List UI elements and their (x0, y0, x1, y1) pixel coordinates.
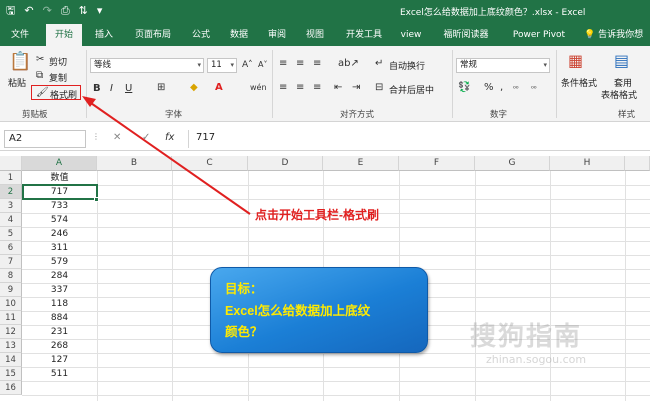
sogou-watermark: 搜狗指南 (470, 322, 583, 352)
sogou-watermark-url: zhinan.sogou.com (486, 353, 587, 366)
goal-title: 目标： (225, 282, 263, 296)
goal-line-1: Excel怎么给数据加上底纹 (225, 304, 371, 318)
goal-line-2: 颜色？ (225, 325, 263, 339)
annotation-text: 点击开始工具栏-格式刷 (255, 208, 379, 222)
goal-bubble: 目标： Excel怎么给数据加上底纹 颜色？ (210, 267, 428, 353)
